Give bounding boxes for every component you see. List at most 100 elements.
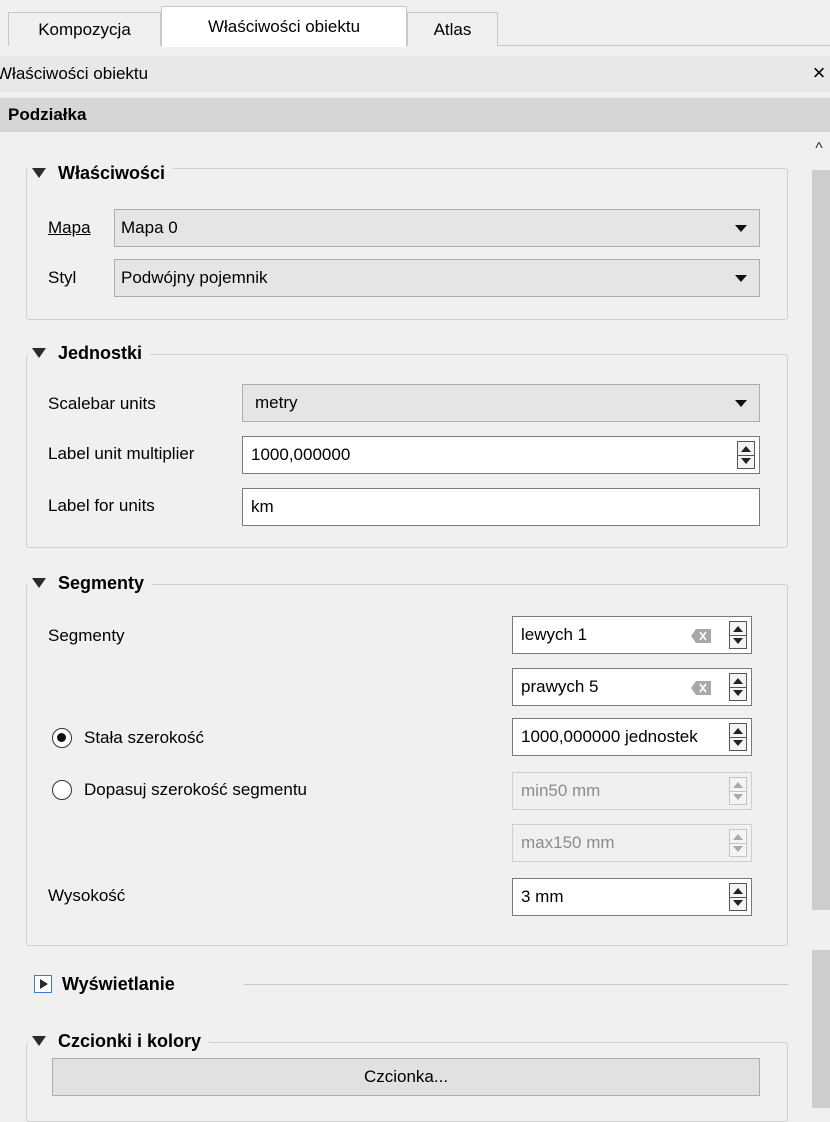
segments-label-text: Segmenty [48,626,125,645]
properties-content: Właściwości Mapa Mapa 0 Styl Podwójny po… [0,132,808,1122]
fixed-width-radio[interactable] [52,728,72,748]
tab-kompozycja[interactable]: Kompozycja [8,12,161,46]
spin-separator [738,455,754,456]
spin-down-icon [733,690,743,696]
group-properties-header[interactable]: Właściwości [28,160,174,186]
fixed-width-spinbox[interactable]: 1000,000000 jednostek [512,718,752,756]
chevron-down-icon [735,400,747,407]
tab-label: Atlas [433,19,472,39]
tab-divider [498,45,830,46]
group-units-header[interactable]: Jednostki [28,340,151,366]
group-segments-header[interactable]: Segmenty [28,570,153,596]
spin-buttons[interactable] [729,673,747,701]
label-units-label: Label for units [48,488,155,524]
group-segments-title: Segmenty [58,572,145,593]
scrollbar-track[interactable] [812,950,830,1108]
spin-down-icon [733,638,743,644]
spin-buttons[interactable] [737,441,755,469]
spin-down-icon [733,846,743,852]
map-label: Mapa [48,210,91,246]
tab-atlas[interactable]: Atlas [407,12,498,46]
spin-buttons[interactable] [729,777,747,805]
spin-separator [730,737,746,738]
group-display-header[interactable]: Wyświetlanie [28,971,183,997]
group-units-title: Jednostki [58,342,143,363]
group-fonts-title: Czcionki i kolory [58,1030,202,1051]
close-icon[interactable]: × [808,58,830,88]
spin-up-icon [733,782,743,788]
group-display-line [244,984,788,985]
fit-width-label-text: Dopasuj szerokość segmentu [84,780,308,799]
left-segments-spinbox[interactable]: lewych 1 [512,616,752,654]
style-label: Styl [48,260,76,296]
chevron-down-icon [735,275,747,282]
spin-down-icon [733,794,743,800]
panel-title: Podziałka [0,98,830,132]
height-label: Wysokość [48,878,125,914]
min-width-value: min50 mm [521,781,601,800]
spin-buttons[interactable] [729,829,747,857]
fit-width-radio[interactable] [52,780,72,800]
spin-up-icon [733,834,743,840]
clear-text-icon[interactable] [691,629,711,643]
height-value: 3 mm [521,887,564,906]
map-select[interactable]: Mapa 0 [114,209,760,247]
spin-up-icon [733,626,743,632]
spin-up-icon [733,728,743,734]
label-units-input[interactable]: km [242,488,760,526]
vertical-scrollbar[interactable]: ^ [808,132,830,1108]
spin-down-icon [733,900,743,906]
right-segments-spinbox[interactable]: prawych 5 [512,668,752,706]
scalebar-units-label-text: Scalebar units [48,394,156,413]
spin-up-icon [733,678,743,684]
map-label-text: Mapa [48,218,91,237]
spin-buttons[interactable] [729,723,747,751]
triangle-down-icon [32,168,46,178]
right-segments-value: prawych 5 [521,677,599,696]
font-button[interactable]: Czcionka... [52,1058,760,1096]
spin-buttons[interactable] [729,883,747,911]
triangle-down-icon [32,578,46,588]
spin-down-icon [741,458,751,464]
scrollbar-thumb[interactable] [812,170,830,910]
label-units-value: km [251,497,274,516]
spin-buttons[interactable] [729,621,747,649]
segments-label: Segmenty [48,618,125,654]
style-label-text: Styl [48,268,77,287]
spin-separator [730,897,746,898]
scalebar-units-select[interactable]: metry [242,384,760,422]
group-properties-title: Właściwości [58,162,166,183]
max-width-spinbox[interactable]: max150 mm [512,824,752,862]
min-width-spinbox[interactable]: min50 mm [512,772,752,810]
tab-label: Kompozycja [38,19,131,39]
triangle-right-icon[interactable] [34,975,52,993]
label-multiplier-value: 1000,000000 [251,445,351,464]
spin-separator [730,843,746,844]
label-units-label-text: Label for units [48,496,155,515]
clear-text-icon[interactable] [691,681,711,695]
spin-separator [730,791,746,792]
fit-width-label[interactable]: Dopasuj szerokość segmentu [84,772,307,808]
dock-title-bar: Właściwości obiektu × [0,56,830,92]
triangle-down-icon [32,1036,46,1046]
tab-bar: Kompozycja Właściwości obiektu Atlas [0,0,830,47]
chevron-up-icon[interactable]: ^ [808,132,830,166]
left-segments-value: lewych 1 [521,625,588,644]
height-spinbox[interactable]: 3 mm [512,878,752,916]
style-select[interactable]: Podwójny pojemnik [114,259,760,297]
group-display-title: Wyświetlanie [62,973,175,994]
style-select-value: Podwójny pojemnik [121,268,268,287]
scalebar-units-label: Scalebar units [48,386,156,422]
map-select-value: Mapa 0 [121,218,178,237]
label-multiplier-label: Label unit multiplier [48,436,194,472]
spin-separator [730,635,746,636]
triangle-down-icon [32,348,46,358]
label-multiplier-spinbox[interactable]: 1000,000000 [242,436,760,474]
height-label-text: Wysokość [48,886,126,905]
fixed-width-label[interactable]: Stała szerokość [84,720,204,756]
tab-wlasciwosci-obiektu[interactable]: Właściwości obiektu [161,6,407,47]
fixed-width-value: 1000,000000 jednostek [521,727,698,746]
spin-up-icon [733,888,743,894]
max-width-value: max150 mm [521,833,615,852]
group-fonts-header[interactable]: Czcionki i kolory [28,1028,210,1054]
